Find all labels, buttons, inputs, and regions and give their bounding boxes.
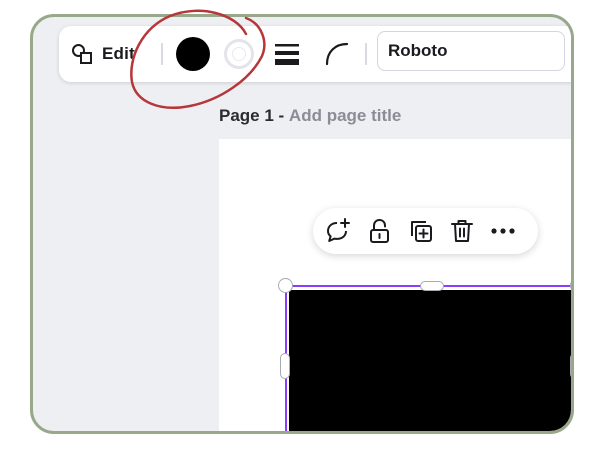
selection-outline <box>285 285 571 431</box>
add-comment-button[interactable] <box>325 217 353 245</box>
page-header: Page 1 - Add page title <box>219 106 401 126</box>
unlock-icon <box>370 218 389 243</box>
font-family-value: Roboto <box>388 41 448 60</box>
fill-color-swatch[interactable] <box>176 37 210 71</box>
top-toolbar: Edit Roboto <box>59 26 574 82</box>
page-number-label: Page 1 <box>219 106 274 125</box>
corner-rounding-icon <box>325 42 349 66</box>
corner-rounding-button[interactable] <box>324 41 350 72</box>
edit-label: Edit <box>102 44 135 63</box>
delete-button[interactable] <box>448 217 476 245</box>
page-title-separator: - <box>273 106 289 125</box>
resize-handle-left[interactable] <box>280 353 290 379</box>
element-context-menu <box>313 208 538 254</box>
border-color-swatch[interactable] <box>224 39 254 69</box>
border-style-button[interactable] <box>275 43 299 70</box>
duplicate-icon <box>411 221 432 242</box>
font-family-dropdown[interactable]: Roboto <box>377 31 565 71</box>
resize-handle-top-left[interactable] <box>278 278 293 293</box>
comment-add-icon <box>327 218 350 242</box>
trash-icon <box>451 220 473 242</box>
more-options-button[interactable] <box>489 217 517 245</box>
toolbar-divider <box>365 43 367 65</box>
resize-handle-right[interactable] <box>570 353 571 379</box>
lock-button[interactable] <box>366 217 394 245</box>
more-icon <box>491 228 515 234</box>
toolbar-divider <box>161 43 163 65</box>
border-style-icon <box>275 44 299 65</box>
page-title-input[interactable]: Add page title <box>289 106 401 126</box>
duplicate-button[interactable] <box>407 217 435 245</box>
shapes-icon <box>72 44 92 64</box>
edit-shape-button[interactable]: Edit <box>71 40 135 68</box>
screenshot-frame: Edit Roboto Page 1 - Add page title <box>30 14 574 434</box>
resize-handle-top[interactable] <box>420 281 444 291</box>
font-size-field[interactable] <box>571 31 574 71</box>
